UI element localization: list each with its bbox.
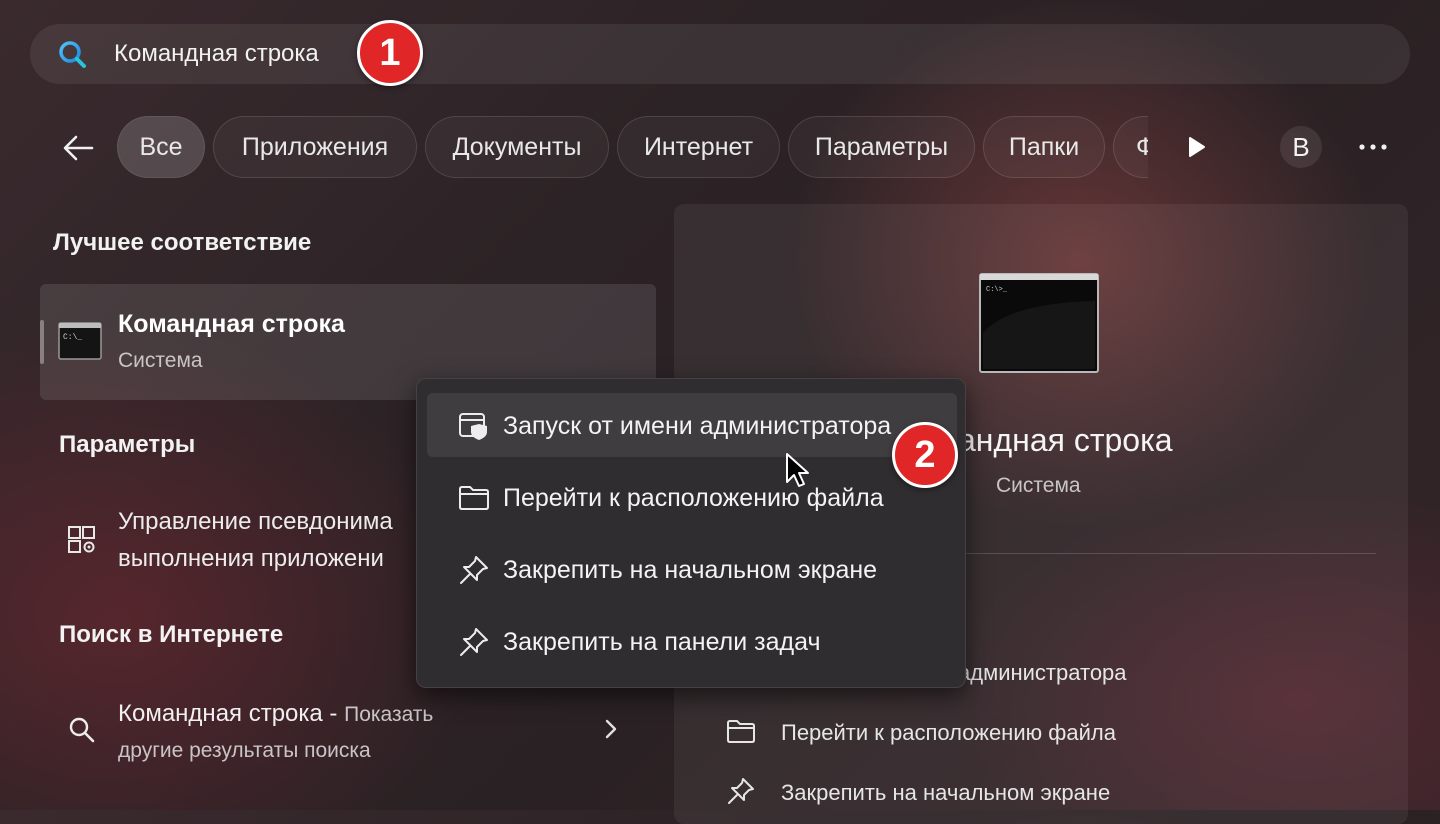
app-settings-icon xyxy=(68,526,95,553)
back-arrow-icon[interactable] xyxy=(58,128,98,168)
folder-icon xyxy=(727,720,755,743)
menu-item-pin-start[interactable]: Закрепить на начальном экране xyxy=(427,537,957,601)
tab-internet[interactable]: Интернет xyxy=(617,116,780,178)
tab-settings[interactable]: Параметры xyxy=(788,116,975,178)
more-dots-icon[interactable] xyxy=(1356,136,1390,158)
callout-badge-2: 2 xyxy=(892,422,958,488)
menu-item-label: Запуск от имени администратора xyxy=(503,412,892,440)
web-search-separator: - xyxy=(322,700,345,727)
svg-text:C:\_: C:\_ xyxy=(63,333,82,342)
preview-subtitle: Система xyxy=(996,474,1081,497)
search-input[interactable]: Командная строка xyxy=(114,40,319,68)
web-search-heading: Поиск в Интернете xyxy=(59,621,284,648)
callout-badge-1: 1 xyxy=(357,20,423,86)
play-arrow-icon[interactable] xyxy=(1182,133,1210,161)
best-match-heading: Лучшее соответствие xyxy=(53,229,312,256)
web-search-result[interactable]: Командная строка - Показать xyxy=(118,700,433,728)
mouse-cursor-icon xyxy=(786,453,809,487)
search-icon xyxy=(59,41,86,68)
web-search-query: Командная строка xyxy=(118,700,323,727)
menu-item-pin-taskbar[interactable]: Закрепить на панели задач xyxy=(427,609,957,673)
shield-window-icon xyxy=(459,413,487,440)
menu-item-label: Закрепить на начальном экране xyxy=(503,556,878,584)
tab-apps[interactable]: Приложения xyxy=(213,116,417,178)
tab-documents[interactable]: Документы xyxy=(425,116,609,178)
menu-item-open-location[interactable]: Перейти к расположению файла xyxy=(427,465,957,529)
tab-folders[interactable]: Папки xyxy=(983,116,1105,178)
preview-action-run-as-admin[interactable]: администратора xyxy=(958,660,1127,686)
pin-icon xyxy=(728,778,754,804)
search-icon xyxy=(69,717,95,743)
folder-icon xyxy=(459,486,489,510)
best-match-type: Система xyxy=(118,349,203,372)
svg-text:C:\>_: C:\>_ xyxy=(986,286,1008,294)
chevron-right-icon[interactable] xyxy=(600,716,622,742)
avatar[interactable]: В xyxy=(1280,126,1322,168)
cmd-preview-icon: C:\>_ xyxy=(979,273,1099,373)
web-search-suffix: Показать xyxy=(344,703,434,726)
pin-icon xyxy=(460,556,488,584)
menu-item-label: Перейти к расположению файла xyxy=(503,484,884,512)
selection-indicator xyxy=(40,320,44,364)
cmd-app-icon: C:\_ xyxy=(58,322,102,360)
settings-item-line2[interactable]: выполнения приложени xyxy=(118,545,384,573)
settings-item-line1[interactable]: Управление псевдонима xyxy=(118,508,393,536)
settings-heading: Параметры xyxy=(59,431,196,458)
preview-action-pin-start[interactable]: Закрепить на начальном экране xyxy=(781,780,1110,806)
menu-item-run-as-admin[interactable]: Запуск от имени администратора xyxy=(427,393,957,457)
search-bar[interactable]: Командная строка xyxy=(30,24,1410,84)
menu-item-label: Закрепить на панели задач xyxy=(503,628,821,656)
preview-action-open-location[interactable]: Перейти к расположению файла xyxy=(781,720,1116,746)
tab-partial[interactable]: Ф xyxy=(1113,116,1148,178)
tab-all[interactable]: Все xyxy=(117,116,205,178)
pin-icon xyxy=(460,628,488,656)
best-match-name: Командная строка xyxy=(118,310,345,338)
context-menu: Запуск от имени администратора Перейти к… xyxy=(416,378,966,688)
web-search-line2: другие результаты поиска xyxy=(118,739,371,762)
preview-title: андная строка xyxy=(958,422,1173,458)
